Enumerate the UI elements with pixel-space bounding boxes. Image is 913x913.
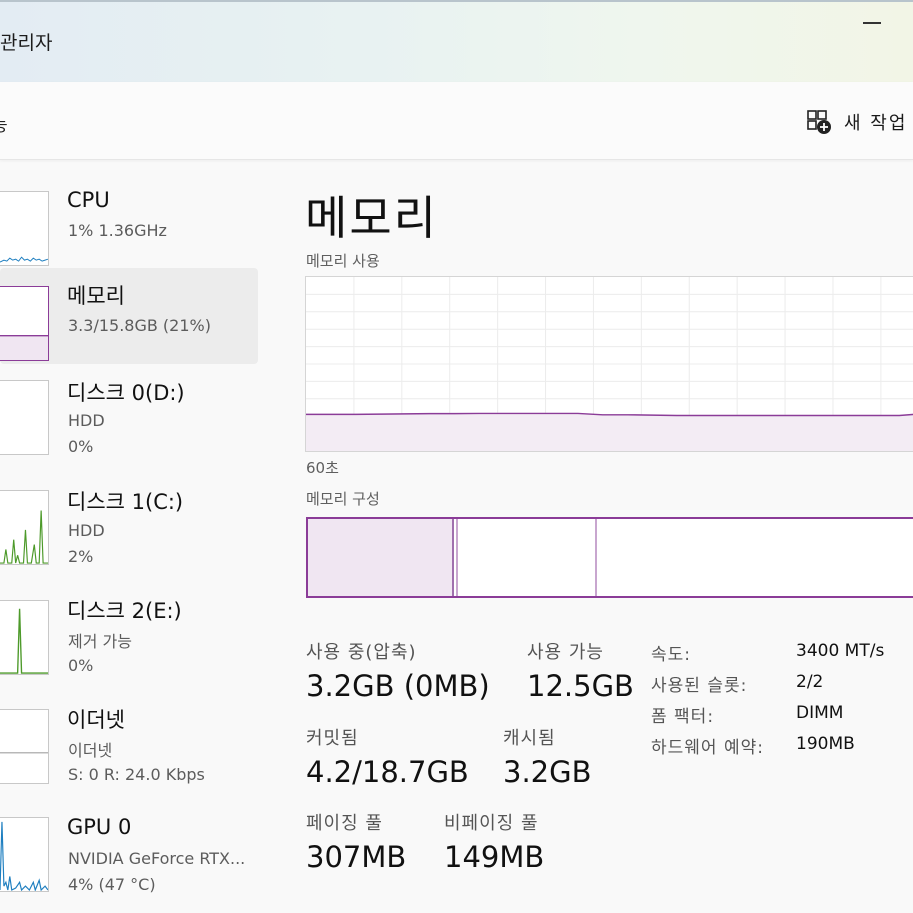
disk0-thumbnail (0, 380, 49, 455)
sidebar-item-usage: 2% (68, 547, 94, 566)
cached-value: 3.2GB (503, 755, 592, 789)
sidebar-item-label: 디스크 2(E:) (67, 599, 182, 623)
slots-used-value: 2/2 (796, 672, 824, 692)
minimize-icon[interactable] (863, 22, 881, 24)
in-use-label: 사용 중(압축) (306, 642, 417, 663)
title-bar: 관리자 (0, 0, 913, 82)
memory-composition-bar (306, 517, 913, 598)
sidebar-item-detail: NVIDIA GeForce RTX... (68, 849, 246, 868)
new-task-button[interactable]: 새 작업 (806, 104, 907, 140)
sidebar-item-detail: HDD (68, 411, 105, 430)
committed-value: 4.2/18.7GB (306, 755, 469, 789)
sidebar-item-label: 메모리 (67, 284, 125, 308)
sidebar-item-label: 디스크 0(D:) (67, 381, 185, 405)
memory-usage-area (306, 413, 913, 451)
cached-label: 캐시됨 (503, 728, 556, 749)
page-title: 메모리 (305, 191, 438, 245)
sidebar-item-memory[interactable]: 메모리 3.3/15.8GB (21%) (0, 268, 258, 364)
sidebar-item-usage: 0% (68, 656, 94, 675)
new-task-label: 새 작업 (844, 113, 908, 134)
composition-in-use (308, 519, 454, 596)
nonpaged-pool-value: 149MB (444, 840, 545, 874)
window-title: 관리자 (0, 32, 53, 54)
sidebar-item-label: 디스크 1(C:) (67, 490, 184, 514)
disk2-thumbnail (0, 600, 49, 675)
usage-graph-label: 메모리 사용 (306, 252, 380, 270)
composition-label: 메모리 구성 (306, 490, 380, 508)
nonpaged-pool-label: 비페이징 풀 (444, 813, 539, 834)
sidebar-item-detail: 1% 1.36GHz (68, 221, 167, 240)
sidebar-item-cpu[interactable]: CPU 1% 1.36GHz (0, 174, 258, 270)
memory-thumbnail (0, 286, 49, 361)
command-bar: 능 (0, 82, 913, 160)
sidebar-item-gpu0[interactable]: GPU 0 NVIDIA GeForce RTX... 4% (47 °C) (0, 808, 258, 904)
sidebar-item-disk2[interactable]: 디스크 2(E:) 제거 가능 0% (0, 590, 258, 686)
sidebar-item-ethernet[interactable]: 이더넷 이더넷 S: 0 R: 24.0 Kbps (0, 700, 258, 796)
time-span-label: 60초 (306, 459, 339, 477)
available-label: 사용 가능 (527, 642, 604, 663)
speed-label: 속도: (651, 645, 692, 665)
new-task-icon (807, 110, 831, 134)
hardware-reserved-value: 190MB (796, 734, 855, 754)
sidebar-item-usage: 0% (68, 437, 94, 456)
sidebar-item-detail: HDD (68, 521, 105, 540)
sidebar-item-disk1[interactable]: 디스크 1(C:) HDD 2% (0, 480, 258, 576)
ethernet-thumbnail (0, 709, 49, 784)
page-label: 능 (0, 111, 8, 136)
sidebar-item-detail: 이더넷 (68, 741, 113, 760)
paged-pool-label: 페이징 풀 (306, 813, 383, 834)
cpu-thumbnail (0, 191, 49, 266)
sidebar-item-label: CPU (67, 188, 110, 212)
sidebar-item-usage: 4% (47 °C) (68, 875, 156, 894)
memory-usage-graph (305, 276, 913, 452)
form-factor-value: DIMM (796, 703, 844, 723)
paged-pool-value: 307MB (306, 840, 407, 874)
in-use-value: 3.2GB (0MB) (306, 669, 490, 703)
slots-used-label: 사용된 슬롯: (651, 676, 748, 696)
form-factor-label: 폼 팩터: (651, 707, 715, 727)
available-value: 12.5GB (527, 669, 634, 703)
sidebar-item-label: GPU 0 (67, 815, 132, 839)
sidebar-item-disk0[interactable]: 디스크 0(D:) HDD 0% (0, 370, 258, 466)
sidebar-item-detail: 3.3/15.8GB (21%) (68, 316, 211, 335)
hardware-reserved-label: 하드웨어 예약: (651, 738, 764, 758)
sidebar-item-throughput: S: 0 R: 24.0 Kbps (68, 765, 205, 784)
disk1-thumbnail (0, 490, 49, 565)
composition-standby (458, 519, 597, 596)
committed-label: 커밋됨 (306, 728, 359, 749)
sidebar-item-detail: 제거 가능 (68, 632, 132, 651)
gpu0-thumbnail (0, 817, 49, 892)
sidebar-item-label: 이더넷 (67, 708, 125, 732)
speed-value: 3400 MT/s (796, 641, 885, 661)
